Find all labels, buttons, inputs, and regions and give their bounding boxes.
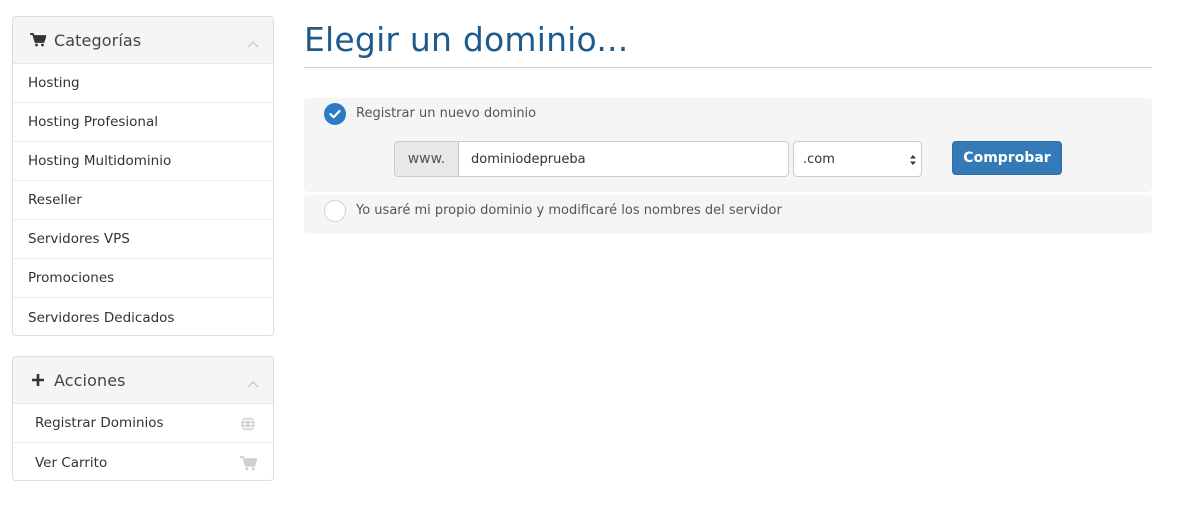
action-item-label: Registrar Dominios: [35, 415, 164, 431]
category-item-promociones[interactable]: Promociones: [13, 259, 273, 298]
check-button[interactable]: Comprobar: [952, 141, 1062, 175]
categories-panel: Categorías Hosting Hosting Profesional H…: [12, 16, 274, 336]
www-prefix: www.: [394, 141, 458, 177]
category-item-label: Servidores VPS: [28, 231, 130, 247]
category-item-hosting-multidominio[interactable]: Hosting Multidominio: [13, 142, 273, 181]
actions-title: Acciones: [54, 370, 126, 390]
category-item-servidores-dedicados[interactable]: Servidores Dedicados: [13, 298, 273, 335]
category-item-hosting-profesional[interactable]: Hosting Profesional: [13, 103, 273, 142]
action-item-label: Ver Carrito: [35, 454, 108, 471]
globe-icon: [239, 415, 257, 433]
category-item-label: Servidores Dedicados: [28, 309, 175, 326]
register-domain-radio[interactable]: [324, 103, 346, 125]
title-divider: [304, 67, 1152, 68]
categories-title: Categorías: [54, 30, 142, 50]
register-domain-option: Registrar un nuevo dominio www. .com Com…: [304, 98, 1152, 192]
category-item-reseller[interactable]: Reseller: [13, 181, 273, 220]
action-item-registrar-dominios[interactable]: Registrar Dominios: [13, 404, 273, 443]
plus-icon: [28, 370, 48, 390]
page-title: Elegir un dominio...: [304, 20, 629, 59]
register-domain-label[interactable]: Registrar un nuevo dominio: [356, 106, 536, 121]
cart-icon: [28, 30, 48, 50]
category-item-hosting[interactable]: Hosting: [13, 64, 273, 103]
tld-select-value: .com: [803, 151, 835, 167]
actions-panel-header[interactable]: Acciones: [13, 357, 273, 404]
chevron-up-icon[interactable]: [247, 33, 259, 48]
category-item-label: Hosting Profesional: [28, 114, 159, 130]
action-item-ver-carrito[interactable]: Ver Carrito: [13, 443, 273, 480]
category-item-label: Promociones: [28, 270, 115, 286]
own-domain-label[interactable]: Yo usaré mi propio dominio y modificaré …: [356, 203, 782, 218]
own-domain-option: Yo usaré mi propio dominio y modificaré …: [304, 195, 1152, 234]
category-item-label: Hosting Multidominio: [28, 153, 172, 169]
category-item-label: Reseller: [28, 192, 82, 208]
actions-panel: Acciones Registrar Dominios Ver Carrito: [12, 356, 274, 481]
chevron-up-icon[interactable]: [247, 373, 259, 388]
tld-select[interactable]: .com: [793, 141, 922, 177]
categories-panel-header[interactable]: Categorías: [13, 17, 273, 64]
select-arrows-icon: [909, 153, 917, 167]
category-item-label: Hosting: [28, 75, 80, 91]
own-domain-radio[interactable]: [324, 200, 346, 222]
cart-icon: [239, 454, 257, 472]
checkmark-icon: [329, 109, 341, 119]
category-item-servidores-vps[interactable]: Servidores VPS: [13, 220, 273, 259]
domain-input[interactable]: [458, 141, 789, 177]
